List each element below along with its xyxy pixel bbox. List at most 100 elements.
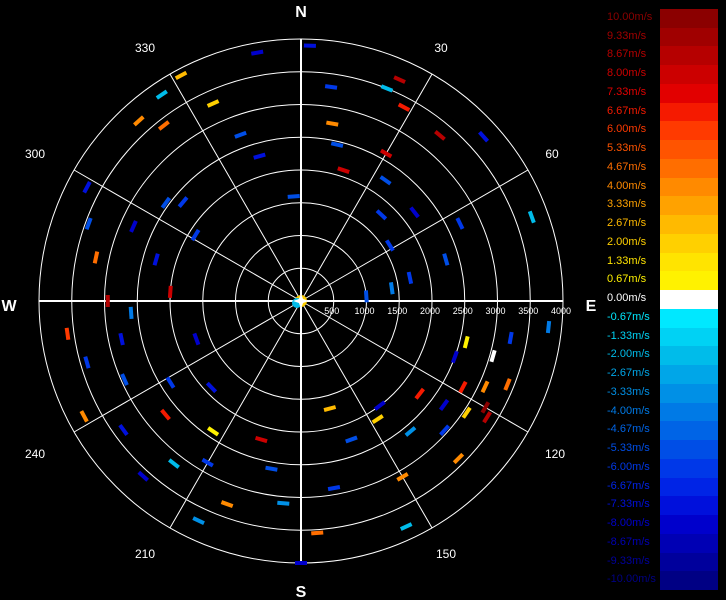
data-marks bbox=[64, 43, 552, 565]
legend-entry: 1.33m/s bbox=[604, 252, 718, 272]
data-point bbox=[82, 180, 92, 194]
legend-swatch bbox=[660, 365, 718, 385]
legend-entry: 4.67m/s bbox=[604, 158, 718, 179]
data-point bbox=[480, 380, 490, 394]
legend-entry: -10.00m/s bbox=[604, 571, 718, 591]
color-legend: 10.00m/s 9.33m/s 8.67m/s 8.00m/s 7.33m/s 6.67… bbox=[604, 9, 718, 591]
legend-entry: 7.33m/s bbox=[604, 83, 718, 104]
data-point bbox=[253, 152, 266, 160]
data-point bbox=[79, 410, 89, 423]
legend-swatch bbox=[660, 215, 718, 235]
range-labels: 500 1000 1500 2000 2500 3000 3500 4000 bbox=[324, 306, 571, 316]
legend-swatch bbox=[660, 271, 718, 291]
legend-swatch bbox=[660, 27, 718, 47]
data-point bbox=[375, 209, 388, 221]
data-point bbox=[380, 84, 394, 93]
data-point bbox=[192, 516, 205, 525]
cardinal-e: E bbox=[586, 298, 597, 315]
data-point bbox=[363, 290, 369, 303]
legend-label: -0.67m/s bbox=[607, 310, 650, 323]
legend-entry: 0.00m/s bbox=[604, 290, 718, 310]
legend-label: 2.67m/s bbox=[607, 217, 647, 230]
legend-label: -6.67m/s bbox=[607, 479, 650, 492]
legend-label: -10.00m/s bbox=[607, 573, 656, 586]
legend-swatch bbox=[660, 421, 718, 441]
legend-entry: -9.33m/s bbox=[604, 552, 718, 572]
data-point bbox=[83, 356, 91, 369]
angle-label-60: 60 bbox=[545, 147, 559, 161]
data-point bbox=[379, 175, 392, 186]
data-point bbox=[404, 426, 417, 437]
data-point bbox=[165, 376, 176, 389]
radial-spoke bbox=[300, 300, 433, 529]
data-point bbox=[206, 99, 220, 108]
legend-label: -2.00m/s bbox=[607, 348, 650, 361]
data-point bbox=[462, 335, 470, 349]
data-point bbox=[455, 217, 465, 230]
data-point bbox=[174, 70, 188, 81]
range-tick-label: 2000 bbox=[420, 306, 440, 316]
legend-label: 9.33m/s bbox=[607, 29, 647, 42]
data-point bbox=[160, 408, 171, 421]
legend-label: -7.33m/s bbox=[607, 498, 650, 511]
legend-entry: 8.67m/s bbox=[604, 46, 718, 66]
radial-spoke bbox=[300, 169, 529, 302]
data-point bbox=[327, 485, 341, 492]
data-point bbox=[384, 239, 395, 252]
data-point bbox=[337, 166, 350, 174]
data-point bbox=[545, 320, 552, 334]
legend-entry: -3.33m/s bbox=[604, 383, 718, 404]
data-point bbox=[190, 228, 201, 242]
legend-entry: -8.67m/s bbox=[604, 533, 718, 553]
legend-swatch bbox=[660, 533, 718, 553]
legend-entry: 4.00m/s bbox=[604, 177, 718, 197]
data-point bbox=[489, 349, 497, 363]
data-point bbox=[503, 378, 512, 391]
radial-spoke bbox=[300, 73, 433, 302]
legend-entry: -5.33m/s bbox=[604, 440, 718, 460]
legend-label: 8.67m/s bbox=[607, 48, 647, 61]
legend-label: 8.00m/s bbox=[607, 67, 647, 80]
data-point bbox=[220, 500, 234, 509]
data-point bbox=[92, 251, 100, 264]
range-tick-label: 3500 bbox=[518, 306, 538, 316]
data-point bbox=[167, 285, 173, 298]
cardinal-n: N bbox=[295, 4, 307, 21]
data-point bbox=[452, 452, 465, 465]
data-point bbox=[396, 472, 409, 482]
legend-entry: -2.67m/s bbox=[604, 365, 718, 385]
radial-spoke bbox=[73, 300, 302, 433]
data-point bbox=[439, 424, 451, 437]
data-point bbox=[160, 196, 172, 209]
legend-label: -1.33m/s bbox=[607, 329, 650, 342]
legend-swatch bbox=[660, 83, 718, 104]
data-point bbox=[254, 435, 268, 444]
data-point bbox=[326, 120, 339, 127]
legend-swatch bbox=[660, 496, 718, 516]
radar-center-icon bbox=[292, 293, 309, 309]
legend-label: 0.00m/s bbox=[607, 292, 647, 305]
legend-label: -5.33m/s bbox=[607, 442, 650, 455]
legend-swatch bbox=[660, 233, 718, 254]
range-tick-label: 500 bbox=[324, 306, 339, 316]
data-point bbox=[414, 387, 425, 400]
data-point bbox=[399, 522, 413, 531]
legend-swatch bbox=[660, 290, 718, 310]
legend-label: 7.33m/s bbox=[607, 85, 647, 98]
data-point bbox=[277, 500, 290, 506]
legend-entry: -8.00m/s bbox=[604, 515, 718, 535]
legend-entry: 0.67m/s bbox=[604, 271, 718, 291]
legend-label: -3.33m/s bbox=[607, 385, 650, 398]
legend-swatch bbox=[660, 440, 718, 460]
legend-swatch bbox=[660, 402, 718, 422]
radial-spoke bbox=[300, 300, 529, 433]
legend-swatch bbox=[660, 177, 718, 197]
legend-entry: -7.33m/s bbox=[604, 496, 718, 516]
legend-entry: -4.00m/s bbox=[604, 402, 718, 422]
cardinal-w: W bbox=[1, 298, 17, 315]
legend-label: 2.00m/s bbox=[607, 235, 647, 248]
legend-swatch bbox=[660, 158, 718, 179]
data-point bbox=[388, 282, 395, 295]
legend-swatch bbox=[660, 571, 718, 591]
angle-label-240: 240 bbox=[25, 447, 45, 461]
